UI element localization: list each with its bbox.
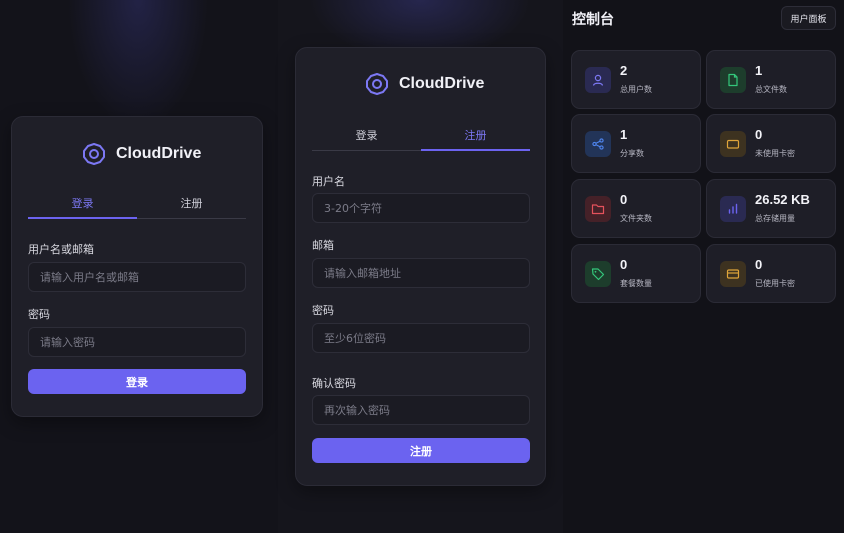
- user-panel-button[interactable]: 用户面板: [781, 6, 836, 30]
- auth-tabs: 登录 注册: [28, 195, 246, 219]
- brand: CloudDrive: [364, 71, 484, 97]
- username-label: 用户名: [312, 175, 345, 188]
- password-label: 密码: [28, 308, 50, 321]
- username-input[interactable]: [312, 193, 530, 223]
- password-label: 密码: [312, 304, 334, 317]
- stat-label: 文件夹数: [620, 214, 652, 223]
- credit-card-icon: [720, 261, 746, 287]
- stat-card: 0 未使用卡密: [706, 114, 836, 173]
- stat-card: 0 套餐数量: [571, 244, 701, 303]
- username-input[interactable]: [28, 262, 246, 292]
- logo-gear-icon: [83, 143, 105, 165]
- stat-value: 2: [620, 63, 628, 78]
- confirm-password-input[interactable]: [312, 395, 530, 425]
- user-icon: [585, 67, 611, 93]
- dashboard-column: 控制台 用户面板 2 总用户数 1 总文件数 1 分享数 0 未使用卡密 0 文…: [563, 0, 844, 533]
- stat-label: 套餐数量: [620, 279, 652, 288]
- page-title: 控制台: [572, 12, 614, 28]
- email-label: 邮箱: [312, 239, 334, 252]
- stat-label: 总用户数: [620, 85, 652, 94]
- password-input[interactable]: [312, 323, 530, 353]
- card-icon: [720, 131, 746, 157]
- stat-card: 0 已使用卡密: [706, 244, 836, 303]
- register-card: CloudDrive 登录 注册 用户名 邮箱 密码 确认密码 注册: [295, 47, 546, 486]
- stat-value: 0: [755, 257, 763, 272]
- logo-gear-icon: [366, 73, 388, 95]
- password-input[interactable]: [28, 327, 246, 357]
- login-card: CloudDrive 登录 注册 用户名或邮箱 密码 登录: [11, 116, 263, 417]
- confirm-password-label: 确认密码: [312, 377, 356, 390]
- stat-card: 1 分享数: [571, 114, 701, 173]
- brand-name: CloudDrive: [399, 75, 485, 92]
- login-button[interactable]: 登录: [28, 369, 246, 394]
- stat-card: 1 总文件数: [706, 50, 836, 109]
- stat-value: 0: [620, 257, 628, 272]
- brand-name: CloudDrive: [116, 145, 202, 162]
- folder-icon: [585, 196, 611, 222]
- chart-bar-icon: [720, 196, 746, 222]
- tab-login[interactable]: 登录: [28, 195, 137, 219]
- tab-login[interactable]: 登录: [312, 127, 421, 150]
- stat-label: 分享数: [620, 149, 644, 158]
- username-label: 用户名或邮箱: [28, 243, 94, 256]
- stat-value: 1: [755, 63, 763, 78]
- stat-card: 26.52 KB 总存储用量: [706, 179, 836, 238]
- email-input[interactable]: [312, 258, 530, 288]
- stat-card: 0 文件夹数: [571, 179, 701, 238]
- register-column: CloudDrive 登录 注册 用户名 邮箱 密码 确认密码 注册: [278, 0, 563, 533]
- stat-label: 未使用卡密: [755, 149, 795, 158]
- stat-label: 总文件数: [755, 85, 787, 94]
- login-column: CloudDrive 登录 注册 用户名或邮箱 密码 登录: [0, 0, 278, 533]
- file-icon: [720, 67, 746, 93]
- tag-icon: [585, 261, 611, 287]
- tab-register[interactable]: 注册: [137, 195, 246, 218]
- auth-tabs: 登录 注册: [312, 127, 530, 151]
- share-icon: [585, 131, 611, 157]
- stat-value: 1: [620, 127, 628, 142]
- stat-label: 总存储用量: [755, 214, 795, 223]
- stat-value: 0: [755, 127, 763, 142]
- stat-value: 0: [620, 192, 628, 207]
- brand: CloudDrive: [81, 141, 201, 167]
- stat-value: 26.52 KB: [755, 192, 810, 207]
- stat-card: 2 总用户数: [571, 50, 701, 109]
- stat-label: 已使用卡密: [755, 279, 795, 288]
- register-button[interactable]: 注册: [312, 438, 530, 463]
- tab-register[interactable]: 注册: [421, 127, 530, 151]
